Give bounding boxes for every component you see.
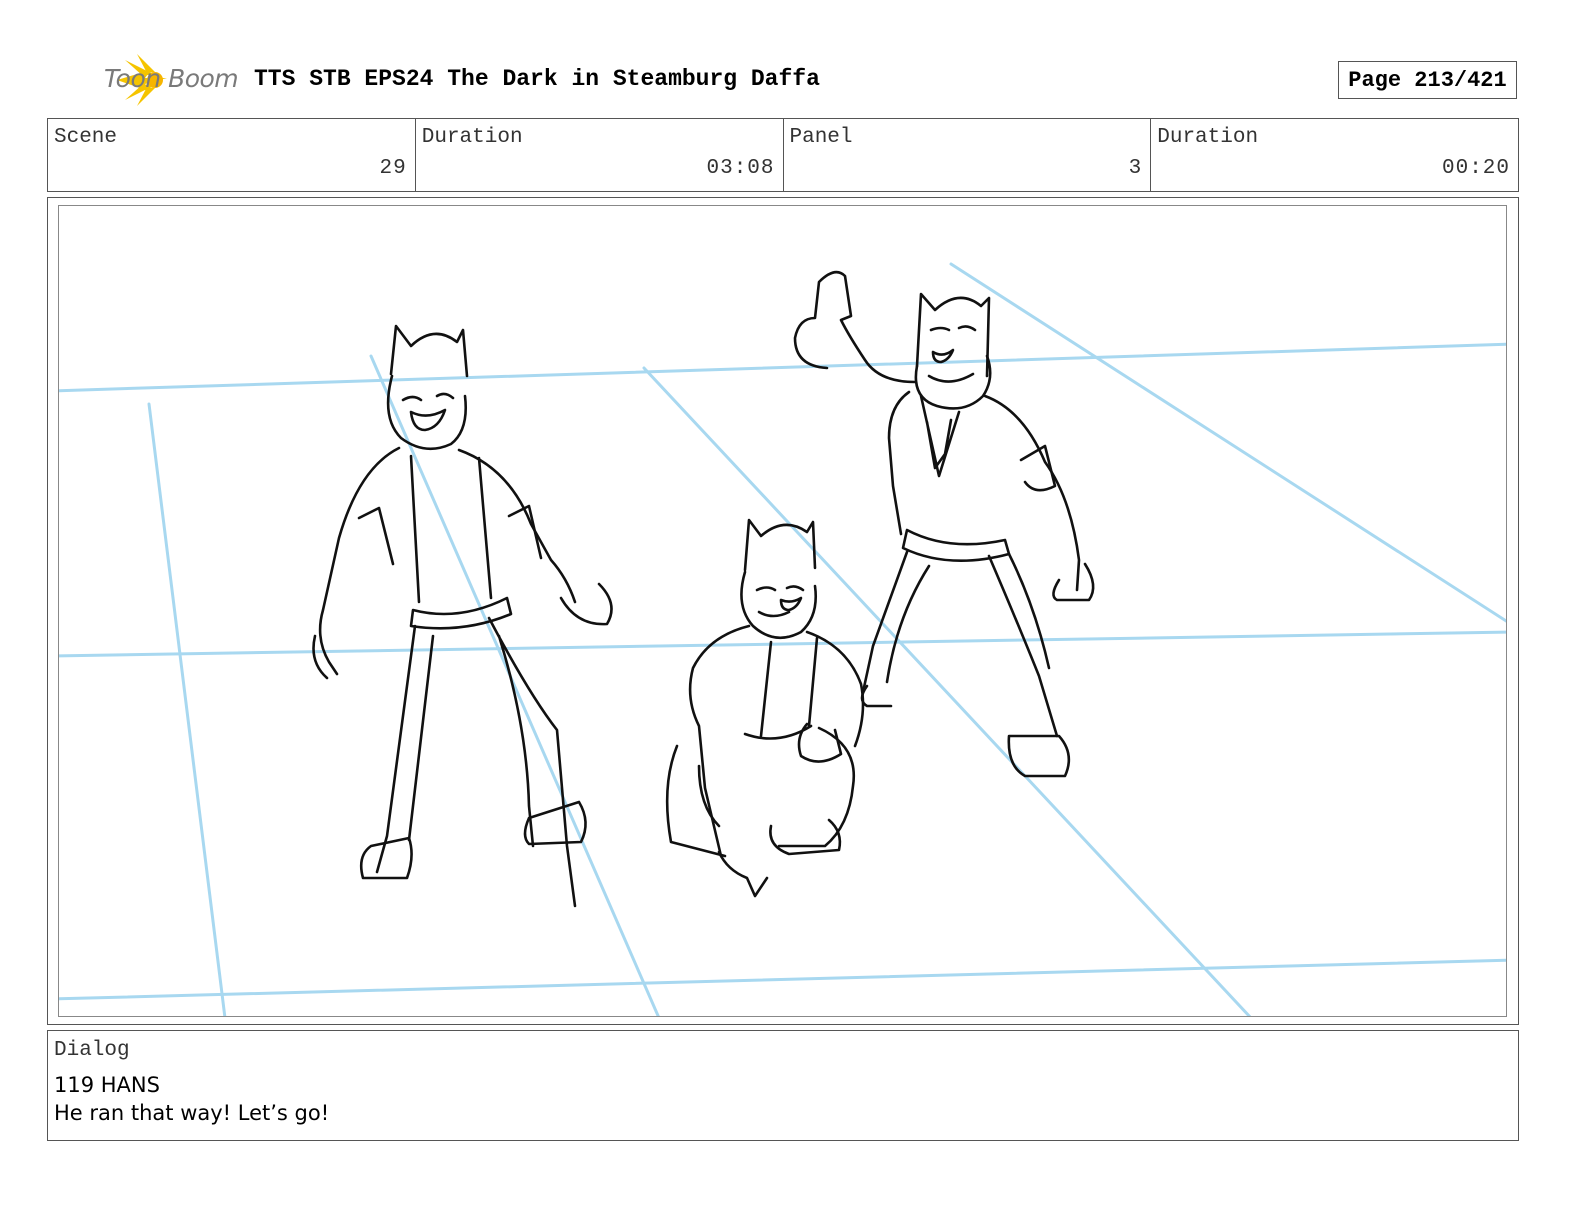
panel-value: 3 — [1128, 157, 1143, 180]
scene-duration-cell: Duration 03:08 — [416, 119, 784, 191]
panel-label: Panel — [789, 126, 853, 149]
character-right — [793, 270, 1095, 778]
panel-frame — [47, 197, 1519, 1025]
dialog-text: 119 HANS He ran that way! Let’s go! — [54, 1071, 329, 1127]
panel-duration-value: 00:20 — [1441, 157, 1510, 180]
document-title: TTS STB EPS24 The Dark in Steamburg Daff… — [254, 66, 820, 92]
storyboard-panel — [58, 205, 1507, 1017]
scene-cell: Scene 29 — [48, 119, 416, 191]
scene-value: 29 — [379, 157, 407, 180]
storyboard-sketch-icon — [59, 262, 1506, 1016]
logo-text: Toon Boom — [104, 64, 239, 93]
dialog-speaker-line: 119 HANS — [54, 1073, 160, 1097]
character-middle — [665, 518, 865, 898]
dialog-label: Dialog — [54, 1039, 130, 1062]
scene-duration-label: Duration — [421, 126, 523, 149]
scene-label: Scene — [54, 126, 118, 149]
page-indicator: Page 213/421 — [1338, 61, 1517, 99]
dialog-box: Dialog 119 HANS He ran that way! Let’s g… — [47, 1030, 1519, 1141]
panel-duration-label: Duration — [1157, 126, 1259, 149]
character-left — [312, 324, 613, 908]
panel-cell: Panel 3 — [784, 119, 1152, 191]
scene-info-row: Scene 29 Duration 03:08 Panel 3 Duration… — [47, 118, 1519, 192]
panel-duration-cell: Duration 00:20 — [1151, 119, 1518, 191]
dialog-speech-line: He ran that way! Let’s go! — [54, 1101, 330, 1125]
scene-duration-value: 03:08 — [706, 157, 775, 180]
